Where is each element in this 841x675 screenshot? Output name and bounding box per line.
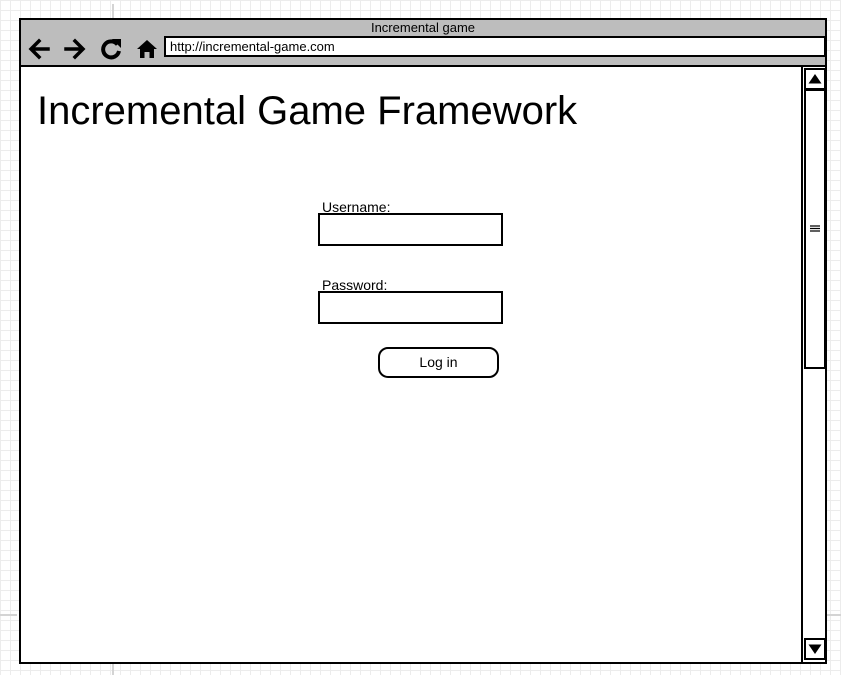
scroll-thumb[interactable] bbox=[804, 89, 826, 369]
arrow-right-icon bbox=[64, 38, 86, 60]
canvas-guide-right bbox=[826, 614, 841, 616]
home-icon bbox=[137, 40, 157, 58]
grip-lines-icon bbox=[810, 225, 820, 232]
forward-button[interactable] bbox=[62, 36, 88, 62]
arrow-left-icon bbox=[28, 38, 50, 60]
vertical-scrollbar[interactable] bbox=[801, 67, 826, 662]
canvas-guide-top bbox=[112, 4, 114, 18]
page-title: Incremental Game Framework bbox=[37, 89, 578, 133]
page-viewport: Incremental Game Framework Username: Pas… bbox=[21, 67, 801, 662]
home-button[interactable] bbox=[134, 36, 160, 62]
password-input[interactable] bbox=[318, 291, 503, 324]
scroll-up-button[interactable] bbox=[804, 68, 826, 90]
back-button[interactable] bbox=[26, 36, 52, 62]
login-button[interactable]: Log in bbox=[378, 347, 499, 378]
scroll-down-button[interactable] bbox=[804, 638, 826, 660]
username-input[interactable] bbox=[318, 213, 503, 246]
browser-chrome: Incremental game bbox=[21, 20, 826, 67]
reload-button[interactable] bbox=[98, 36, 124, 62]
triangle-up-icon bbox=[808, 74, 822, 84]
window-title: Incremental game bbox=[370, 20, 476, 35]
browser-window: Incremental game Incremental Game Fram bbox=[19, 18, 827, 664]
address-bar[interactable] bbox=[164, 36, 826, 57]
refresh-icon bbox=[101, 39, 121, 60]
triangle-down-icon bbox=[808, 644, 822, 654]
canvas-guide-left bbox=[0, 614, 17, 616]
